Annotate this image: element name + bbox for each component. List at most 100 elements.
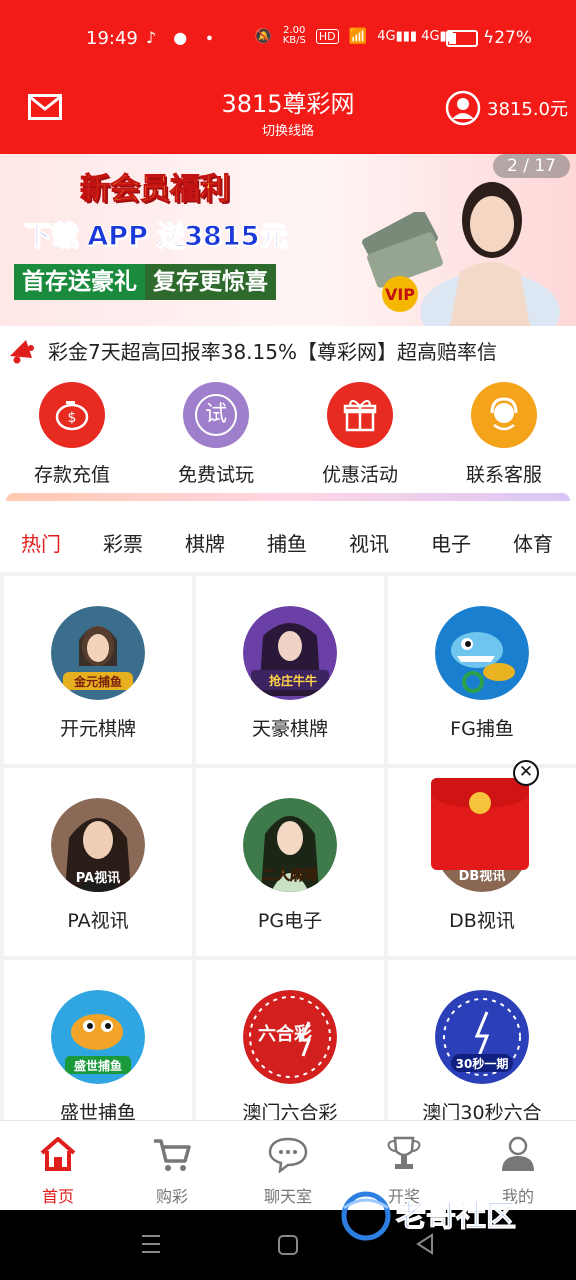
red-envelope-popup[interactable] — [431, 778, 529, 870]
tab-buy-label: 购彩 — [155, 1187, 188, 1206]
status-time: 19:49 — [86, 28, 138, 49]
tab-chat-label: 聊天室 — [263, 1187, 312, 1206]
svg-text:盛世捕鱼: 盛世捕鱼 — [74, 1058, 122, 1073]
coin-icon — [469, 792, 491, 814]
status-right: 🔕 2.00 KB/S HD 📶 4G▮▮▮ 4G▮▮ — [254, 26, 454, 46]
trophy-icon — [387, 1136, 421, 1169]
cart-icon — [154, 1139, 191, 1171]
svg-text:金元捕鱼: 金元捕鱼 — [73, 674, 122, 689]
battery-level: ϟ27% — [445, 28, 532, 48]
category-tab-slots[interactable]: 电子 — [421, 528, 481, 557]
notice-bar[interactable]: 彩金7天超高回报率38.15%【尊彩网】超高赔率信 — [0, 326, 576, 372]
game-icon: 六合彩 — [243, 990, 337, 1084]
piggy-bank-icon: $ — [39, 382, 105, 448]
game-name: FG捕鱼 — [450, 718, 514, 740]
game-name: PA视讯 — [67, 910, 129, 932]
notice-text: 彩金7天超高回报率38.15%【尊彩网】超高赔率信 — [48, 340, 497, 364]
game-card[interactable]: FG捕鱼 — [388, 576, 576, 764]
free-trial-label: 免费试玩 — [177, 464, 254, 486]
tab-home-label: 首页 — [41, 1187, 74, 1206]
svg-text:VIP: VIP — [385, 285, 415, 304]
user-avatar-icon — [445, 90, 481, 126]
game-grid: 金元捕鱼 开元棋牌 抢庄牛牛 天豪棋牌 FG捕鱼 PA视讯 PA视讯 二人麻将 … — [0, 572, 576, 1120]
game-icon: 二人麻将 — [243, 798, 337, 892]
category-tab-fishing[interactable]: 捕鱼 — [257, 528, 317, 557]
home-nav-icon[interactable] — [277, 1234, 299, 1256]
net-speed: 2.00 KB/S — [282, 25, 306, 46]
game-icon: 30秒一期 — [435, 990, 529, 1084]
balance-amount: 3815.0元 — [487, 99, 568, 120]
category-tab-hot[interactable]: 热门 — [11, 528, 71, 557]
trial-icon: 试 — [183, 382, 249, 448]
game-card[interactable]: 六合彩 澳门六合彩 — [196, 960, 384, 1120]
game-name: 天豪棋牌 — [251, 718, 328, 740]
svg-text:$: $ — [68, 410, 77, 426]
hd-badge: HD — [315, 28, 339, 44]
user-icon — [502, 1136, 534, 1171]
model-illustration — [420, 182, 560, 326]
recent-apps-icon[interactable] — [140, 1232, 162, 1256]
game-card[interactable]: 金元捕鱼 开元棋牌 — [4, 576, 192, 764]
banner-slogan-a: 首存送豪礼 — [14, 264, 145, 300]
notification-icons: ♪ ● ∙ — [146, 28, 221, 47]
svg-text:30秒一期: 30秒一期 — [456, 1056, 509, 1071]
game-icon: PA视讯 — [51, 798, 145, 892]
game-name: 澳门六合彩 — [242, 1102, 338, 1120]
game-card[interactable]: 抢庄牛牛 天豪棋牌 — [196, 576, 384, 764]
category-tab-lottery[interactable]: 彩票 — [93, 528, 153, 557]
charging-icon: ϟ — [482, 28, 495, 48]
account-balance[interactable]: 3815.0元 — [445, 90, 568, 126]
customer-service-icon — [471, 382, 537, 448]
promotions-label: 优惠活动 — [321, 464, 398, 486]
wifi-icon: 📶 — [348, 27, 368, 45]
game-name: 澳门30秒六合 — [422, 1102, 542, 1120]
watermark: 老哥社区 — [336, 1184, 566, 1244]
banner-headline: 新会员福利 — [80, 172, 231, 208]
promo-banner[interactable]: 新会员福利 下载 APP 送3815元 首存送豪礼 复存更惊喜 VIP 2 / … — [0, 154, 576, 326]
category-tab-chess[interactable]: 棋牌 — [175, 528, 235, 557]
category-tabs: 热门 彩票 棋牌 捕鱼 视讯 电子 体育 — [0, 506, 576, 572]
svg-text:DB视讯: DB视讯 — [459, 868, 506, 884]
gift-icon — [327, 382, 393, 448]
tab-chatroom[interactable]: 聊天室 — [248, 1135, 328, 1207]
svg-text:二人麻将: 二人麻将 — [262, 867, 318, 884]
quick-actions: $ 存款充值 试 免费试玩 优惠活动 联系客服 — [0, 372, 576, 488]
deposit-label: 存款充值 — [33, 464, 110, 486]
signal-icon: 4G▮▮▮ 4G▮▮ — [377, 28, 454, 44]
customer-service-button[interactable]: 联系客服 — [432, 382, 576, 487]
game-card[interactable]: 30秒一期 澳门30秒六合 — [388, 960, 576, 1120]
deposit-button[interactable]: $ 存款充值 — [0, 382, 144, 487]
chat-bubble-icon — [268, 1137, 308, 1174]
game-icon: 盛世捕鱼 — [51, 990, 145, 1084]
tab-buy-lottery[interactable]: 购彩 — [132, 1135, 212, 1207]
svg-text:老哥社区: 老哥社区 — [396, 1199, 516, 1234]
status-bar: 19:49 ♪ ● ∙ 🔕 2.00 KB/S HD 📶 4G▮▮▮ 4G▮▮ … — [0, 0, 576, 78]
svg-text:PA视讯: PA视讯 — [76, 870, 120, 886]
customer-service-label: 联系客服 — [465, 464, 542, 486]
category-tab-live[interactable]: 视讯 — [339, 528, 399, 557]
promotions-button[interactable]: 优惠活动 — [288, 382, 432, 487]
game-card[interactable]: PA视讯 PA视讯 — [4, 768, 192, 956]
battery-icon — [445, 29, 478, 47]
category-tab-sports[interactable]: 体育 — [503, 528, 563, 557]
home-icon — [40, 1137, 76, 1171]
free-trial-button[interactable]: 试 免费试玩 — [144, 382, 288, 487]
game-icon: 抢庄牛牛 — [243, 606, 337, 700]
app-header: 3815尊彩网 切换线路 3815.0元 — [0, 78, 576, 154]
game-name: 开元棋牌 — [59, 718, 136, 740]
game-icon — [435, 606, 529, 700]
game-icon: 金元捕鱼 — [51, 606, 145, 700]
svg-text:抢庄牛牛: 抢庄牛牛 — [269, 673, 317, 688]
close-popup-icon[interactable]: ✕ — [513, 760, 539, 786]
tab-home[interactable]: 首页 — [18, 1135, 98, 1207]
banner-pager: 2 / 17 — [493, 154, 570, 178]
announcement-icon — [10, 340, 34, 364]
banner-subheadline: 下载 APP 送3815元 — [23, 221, 287, 253]
banner-slogan: 首存送豪礼 复存更惊喜 — [14, 264, 276, 300]
game-name: DB视讯 — [449, 910, 515, 932]
game-card[interactable]: 二人麻将 PG电子 — [196, 768, 384, 956]
game-card[interactable]: 盛世捕鱼 盛世捕鱼 — [4, 960, 192, 1120]
game-name: 盛世捕鱼 — [59, 1102, 136, 1120]
decorative-divider — [0, 488, 576, 506]
watermark-logo-icon: 老哥社区 — [341, 1191, 517, 1241]
